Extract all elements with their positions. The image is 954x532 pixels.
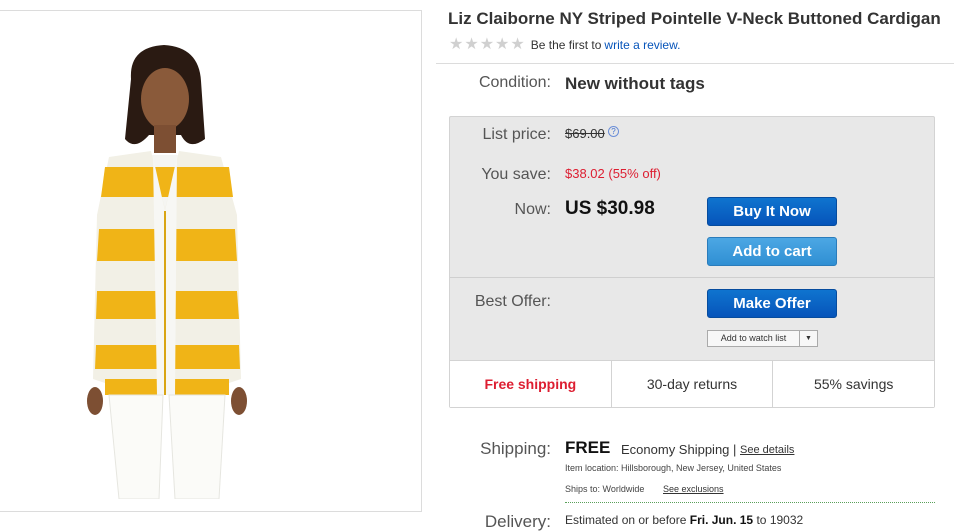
- product-photo: [87, 45, 247, 499]
- delivery-prefix: Estimated on or before: [565, 513, 687, 527]
- benefit-returns: 30-day returns: [610, 361, 773, 407]
- write-review-link[interactable]: write a review.: [604, 38, 680, 52]
- divider: [436, 63, 954, 64]
- benefits-bar: Free shipping 30-day returns 55% savings: [450, 360, 934, 407]
- benefit-free-shipping: Free shipping: [484, 376, 577, 392]
- info-icon[interactable]: ?: [608, 126, 619, 137]
- best-offer-label: Best Offer:: [474, 293, 551, 310]
- benefit-savings: 55% savings: [772, 361, 934, 407]
- star-icon: ★: [479, 36, 495, 53]
- condition-label: Condition:: [478, 74, 551, 91]
- price-box-divider: [450, 277, 934, 278]
- list-price-label: List price:: [482, 126, 551, 143]
- rating-stars: ★ ★ ★ ★ ★: [449, 37, 525, 53]
- divider: [565, 502, 935, 503]
- make-offer-button[interactable]: Make Offer: [707, 289, 837, 318]
- delivery-label: Delivery:: [484, 512, 551, 531]
- condition-value: New without tags: [565, 74, 705, 93]
- chevron-down-icon[interactable]: ▼: [800, 331, 817, 346]
- see-exclusions-link[interactable]: See exclusions: [663, 484, 724, 494]
- delivery-middle: to: [756, 513, 767, 527]
- product-image-frame[interactable]: [0, 10, 422, 512]
- shipping-label: Shipping:: [480, 439, 551, 458]
- now-price-label: Now:: [514, 201, 551, 218]
- product-title: Liz Claiborne NY Striped Pointelle V-Nec…: [448, 9, 941, 28]
- delivery-zip[interactable]: 19032: [770, 513, 803, 527]
- you-save-value: $38.02 (55% off): [565, 166, 661, 181]
- buy-it-now-button[interactable]: Buy It Now: [707, 197, 837, 226]
- star-icon: ★: [510, 36, 525, 53]
- star-icon: ★: [495, 36, 510, 53]
- add-to-watch-list-button[interactable]: Add to watch list ▼: [707, 330, 818, 347]
- ships-to: Ships to: Worldwide: [565, 484, 645, 494]
- now-price-value: US $30.98: [565, 198, 655, 219]
- add-to-cart-button[interactable]: Add to cart: [707, 237, 837, 266]
- list-price-value: $69.00: [565, 126, 605, 141]
- star-icon: ★: [464, 36, 479, 53]
- delivery-date: Fri. Jun. 15: [689, 513, 754, 527]
- review-prompt: Be the first to: [530, 38, 602, 52]
- watch-list-label[interactable]: Add to watch list: [708, 331, 800, 346]
- delivery-estimate: Estimated on or before Fri. Jun. 15 to 1…: [565, 513, 803, 527]
- item-location: Item location: Hillsborough, New Jersey,…: [565, 463, 782, 473]
- star-icon: ★: [449, 36, 464, 53]
- see-details-link[interactable]: See details: [740, 444, 794, 456]
- shipping-service: Economy Shipping |: [621, 442, 737, 457]
- rating-row: ★ ★ ★ ★ ★ Be the first to write a review…: [449, 37, 680, 53]
- shipping-cost: FREE: [565, 438, 611, 457]
- you-save-label: You save:: [481, 166, 551, 183]
